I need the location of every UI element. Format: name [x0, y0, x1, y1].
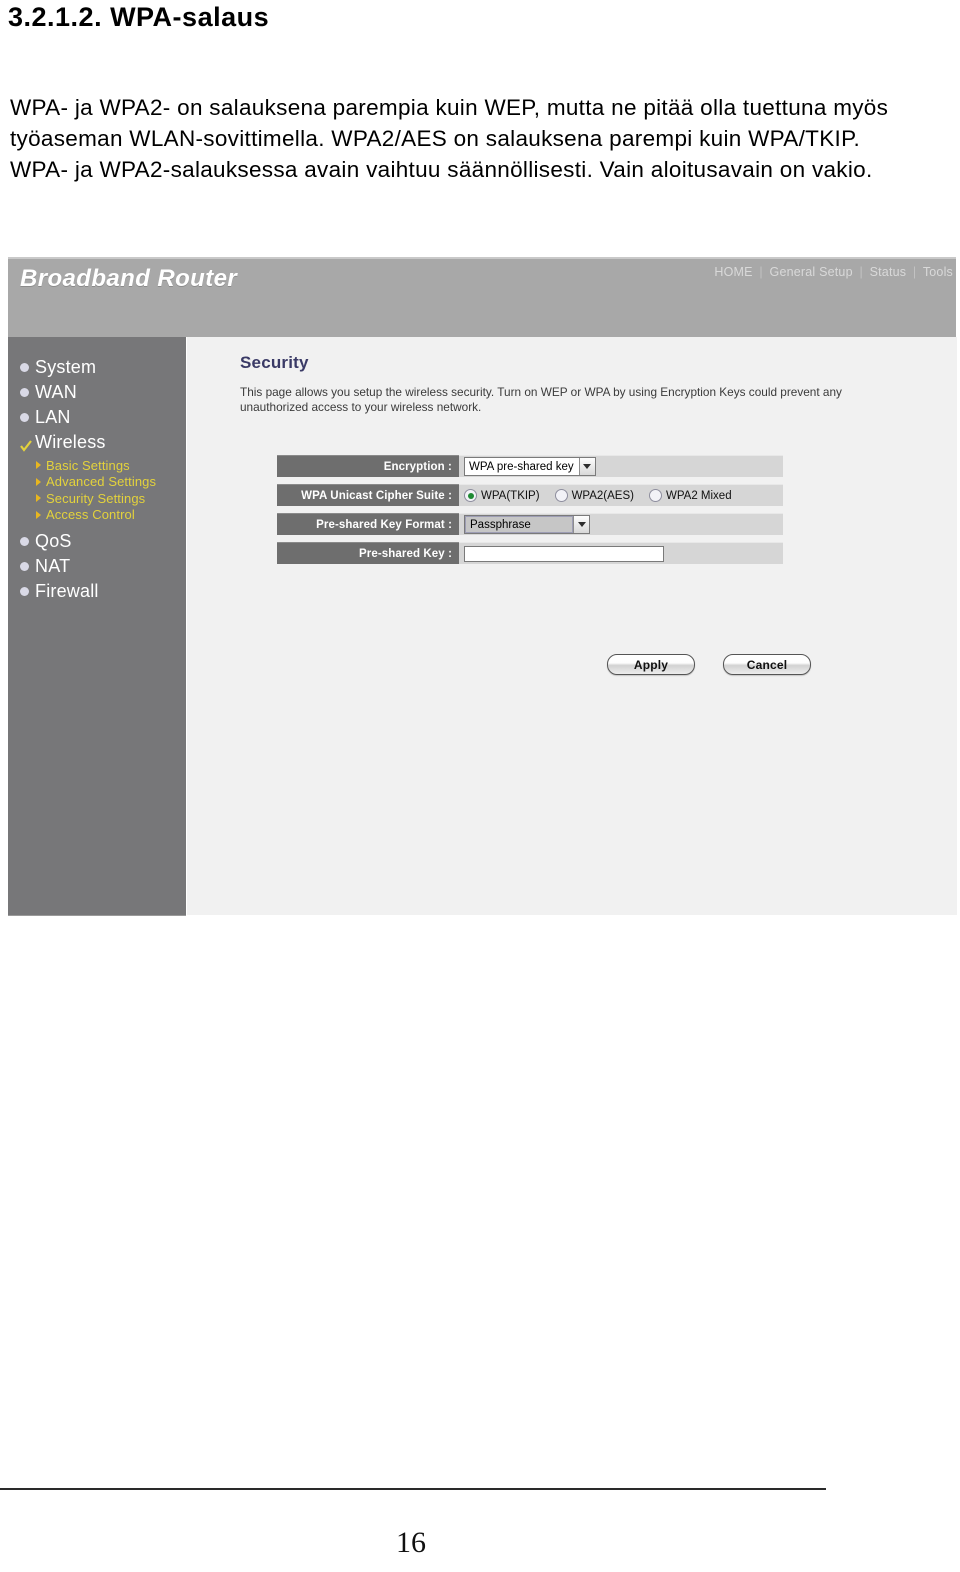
- sidebar-item-label: Wireless: [35, 432, 106, 452]
- sidebar-item-firewall[interactable]: Firewall: [20, 579, 190, 604]
- nav-separator: |: [759, 265, 763, 279]
- cipher-suite-label: WPA Unicast Cipher Suite :: [277, 484, 459, 506]
- router-ui-screenshot: Broadband Router HOME | General Setup | …: [8, 257, 957, 916]
- radio-option-wpa-tkip[interactable]: WPA(TKIP): [464, 489, 540, 502]
- sidebar-item-nat[interactable]: NAT: [20, 554, 190, 579]
- sidebar-item-wireless[interactable]: Wireless: [20, 430, 190, 455]
- key-format-select[interactable]: Passphrase: [464, 515, 590, 534]
- chevron-down-icon[interactable]: [573, 516, 589, 533]
- page-title: 3.2.1.2. WPA-salaus: [8, 2, 270, 32]
- key-format-label: Pre-shared Key Format :: [277, 513, 459, 535]
- sidebar-item-label: NAT: [35, 556, 71, 576]
- arrow-right-icon: [36, 477, 41, 486]
- security-form: Encryption : WPA pre-shared key WPA Unic…: [277, 455, 783, 571]
- content-panel: Security This page allows you setup the …: [186, 337, 957, 915]
- preshared-key-field: [459, 542, 783, 564]
- sidebar-subitem-label: Access Control: [46, 507, 135, 523]
- sidebar-subitem-access-control[interactable]: Access Control: [36, 507, 190, 524]
- radio-icon[interactable]: [554, 489, 568, 502]
- sidebar-subitem-advanced-settings[interactable]: Advanced Settings: [36, 474, 190, 491]
- form-action-buttons: Apply Cancel: [607, 654, 811, 675]
- router-brand-title: Broadband Router: [20, 265, 238, 292]
- nav-separator: |: [859, 265, 863, 279]
- nav-separator: |: [912, 265, 917, 279]
- router-body: System WAN LAN Wireless Basic Settings A…: [8, 337, 957, 916]
- bullet-icon: [20, 363, 29, 372]
- bullet-icon: [20, 587, 29, 596]
- check-icon: [20, 436, 32, 452]
- form-row-preshared-key: Pre-shared Key :: [277, 542, 783, 564]
- radio-label: WPA2(AES): [571, 489, 634, 502]
- arrow-right-icon: [36, 510, 41, 519]
- sidebar-item-label: Firewall: [35, 581, 99, 601]
- form-row-cipher-suite: WPA Unicast Cipher Suite : WPA(TKIP) WPA…: [277, 484, 783, 506]
- sidebar-subitem-basic-settings[interactable]: Basic Settings: [36, 457, 190, 474]
- encryption-label: Encryption :: [277, 455, 459, 477]
- key-format-select-value: Passphrase: [465, 516, 573, 533]
- cipher-suite-radio-group: WPA(TKIP) WPA2(AES) WPA2 Mixed: [464, 489, 747, 502]
- sidebar-item-label: System: [35, 357, 97, 377]
- sidebar-item-system[interactable]: System: [20, 355, 190, 380]
- sidebar-subitem-label: Basic Settings: [46, 457, 130, 473]
- sidebar-subitem-security-settings[interactable]: Security Settings: [36, 490, 190, 507]
- sidebar-item-label: QoS: [35, 531, 72, 551]
- bullet-icon: [20, 388, 29, 397]
- apply-button[interactable]: Apply: [607, 654, 695, 675]
- encryption-select[interactable]: WPA pre-shared key: [464, 457, 596, 476]
- radio-icon[interactable]: [464, 489, 477, 502]
- sidebar-subitem-label: Advanced Settings: [46, 474, 157, 490]
- arrow-right-icon: [36, 494, 41, 503]
- form-row-key-format: Pre-shared Key Format : Passphrase: [277, 513, 783, 535]
- radio-label: WPA(TKIP): [481, 489, 540, 502]
- page-number: 16: [396, 1526, 426, 1559]
- footer-divider: [0, 1488, 826, 1490]
- form-row-encryption: Encryption : WPA pre-shared key: [277, 455, 783, 477]
- router-header: Broadband Router HOME | General Setup | …: [8, 257, 956, 339]
- security-page-heading: Security: [240, 353, 309, 372]
- bullet-icon: [20, 562, 29, 571]
- radio-option-wpa2-mixed[interactable]: WPA2 Mixed: [648, 489, 732, 502]
- sidebar-item-label: WAN: [35, 382, 77, 402]
- top-navigation[interactable]: HOME | General Setup | Status | Tools: [714, 265, 953, 279]
- sidebar-item-wan[interactable]: WAN: [20, 380, 190, 405]
- sidebar-item-qos[interactable]: QoS: [20, 529, 190, 554]
- sidebar: System WAN LAN Wireless Basic Settings A…: [8, 337, 186, 916]
- arrow-right-icon: [36, 461, 41, 470]
- sidebar-menu: System WAN LAN Wireless Basic Settings A…: [20, 355, 190, 604]
- nav-item-home[interactable]: HOME: [714, 265, 752, 279]
- cancel-button[interactable]: Cancel: [723, 654, 811, 675]
- key-format-field: Passphrase: [459, 513, 783, 535]
- bullet-icon: [20, 537, 29, 546]
- sidebar-subitem-label: Security Settings: [46, 490, 146, 506]
- cipher-suite-field: WPA(TKIP) WPA2(AES) WPA2 Mixed: [459, 484, 783, 506]
- encryption-field: WPA pre-shared key: [459, 455, 783, 477]
- radio-icon[interactable]: [648, 489, 662, 502]
- radio-label: WPA2 Mixed: [665, 489, 732, 502]
- nav-item-tools[interactable]: Tools: [923, 265, 953, 279]
- encryption-select-value: WPA pre-shared key: [469, 460, 574, 473]
- preshared-key-label: Pre-shared Key :: [277, 542, 459, 564]
- body-paragraph-text: WPA- ja WPA2- on salauksena parempia kui…: [10, 95, 889, 182]
- chevron-down-icon[interactable]: [578, 458, 595, 475]
- sidebar-item-lan[interactable]: LAN: [20, 405, 190, 430]
- nav-item-general-setup[interactable]: General Setup: [770, 265, 853, 279]
- bullet-icon: [20, 413, 29, 422]
- security-page-description: This page allows you setup the wireless …: [240, 385, 842, 414]
- preshared-key-input[interactable]: [464, 545, 664, 562]
- body-paragraph: WPA- ja WPA2- on salauksena parempia kui…: [10, 92, 890, 185]
- sidebar-submenu-wireless: Basic Settings Advanced Settings Securit…: [36, 457, 190, 523]
- nav-item-status[interactable]: Status: [870, 265, 907, 279]
- sidebar-item-label: LAN: [35, 407, 71, 427]
- radio-option-wpa2-aes[interactable]: WPA2(AES): [554, 489, 634, 502]
